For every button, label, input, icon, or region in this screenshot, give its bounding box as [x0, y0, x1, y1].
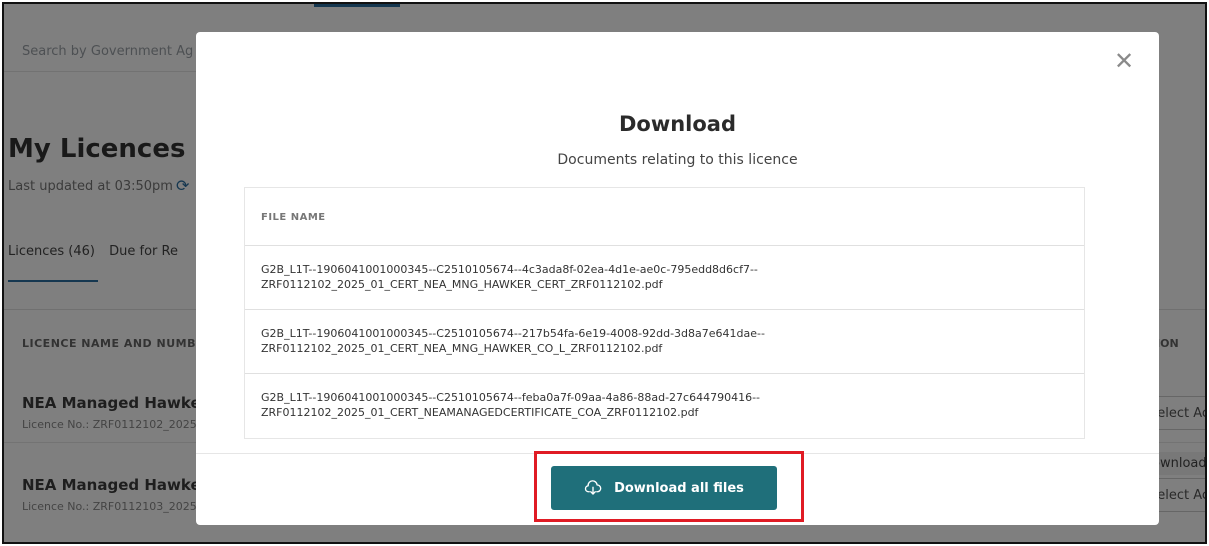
- file-link[interactable]: G2B_L1T--1906041001000345--C2510105674--…: [261, 262, 1084, 292]
- file-row: G2B_L1T--1906041001000345--C2510105674--…: [245, 310, 1084, 374]
- download-modal: ✕ Download Documents relating to this li…: [196, 32, 1159, 525]
- file-name-line1: G2B_L1T--1906041001000345--C2510105674--…: [261, 391, 761, 404]
- file-name-line2: ZRF0112102_2025_01_CERT_NEAMANAGEDCERTIF…: [261, 406, 699, 419]
- file-row: G2B_L1T--1906041001000345--C2510105674--…: [245, 374, 1084, 438]
- file-link[interactable]: G2B_L1T--1906041001000345--C2510105674--…: [261, 390, 1084, 420]
- file-name-line2: ZRF0112102_2025_01_CERT_NEA_MNG_HAWKER_C…: [261, 278, 663, 291]
- download-all-label: Download all files: [614, 480, 744, 496]
- file-name-line2: ZRF0112102_2025_01_CERT_NEA_MNG_HAWKER_C…: [261, 342, 663, 355]
- file-name-line1: G2B_L1T--1906041001000345--C2510105674--…: [261, 263, 758, 276]
- screen-frame: Search by Government Ag My Licences Last…: [2, 2, 1207, 544]
- file-link[interactable]: G2B_L1T--1906041001000345--C2510105674--…: [261, 326, 1084, 356]
- file-table: FILE NAME G2B_L1T--1906041001000345--C25…: [244, 187, 1085, 439]
- modal-subtitle: Documents relating to this licence: [557, 152, 798, 168]
- download-all-button[interactable]: Download all files: [551, 466, 777, 510]
- file-table-header: FILE NAME: [245, 188, 1084, 246]
- close-icon[interactable]: ✕: [1111, 48, 1137, 74]
- modal-title: Download: [618, 112, 737, 136]
- file-row: G2B_L1T--1906041001000345--C2510105674--…: [245, 246, 1084, 310]
- cloud-download-icon: [584, 480, 602, 495]
- file-name-line1: G2B_L1T--1906041001000345--C2510105674--…: [261, 327, 765, 340]
- modal-footer-divider: [196, 453, 1159, 454]
